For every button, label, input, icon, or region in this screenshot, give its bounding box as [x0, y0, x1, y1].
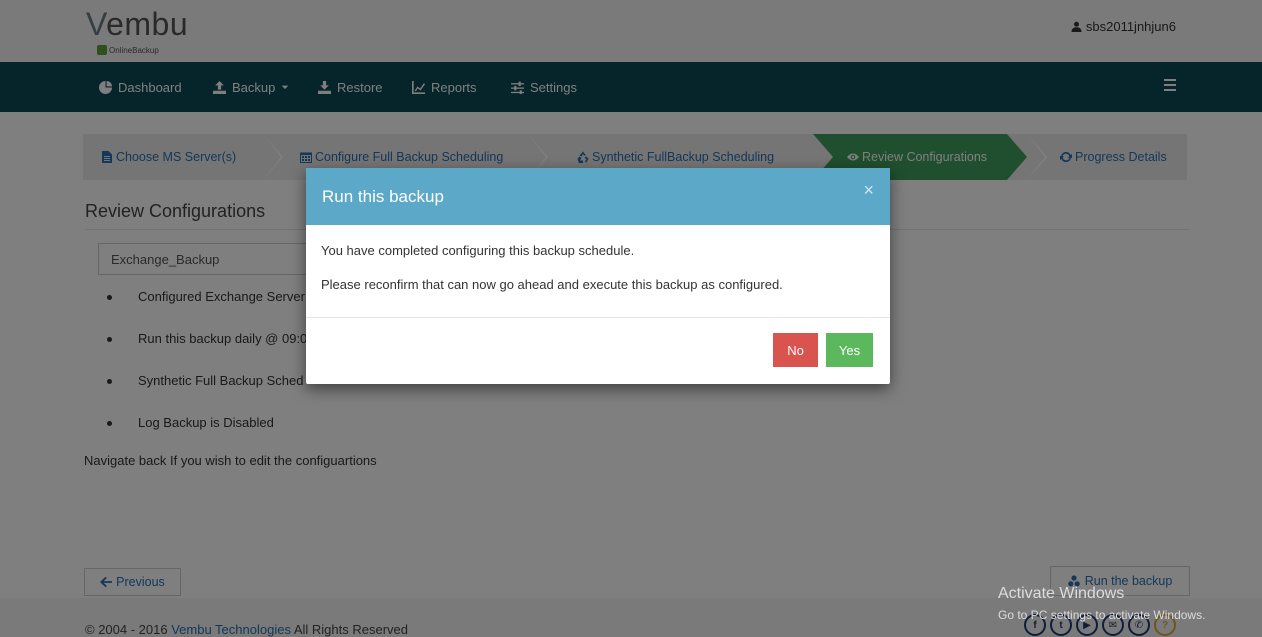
modal-header: Run this backup × [306, 168, 890, 225]
no-button[interactable]: No [773, 333, 818, 367]
modal-title: Run this backup [322, 186, 444, 206]
run-backup-modal: Run this backup × You have completed con… [306, 168, 890, 384]
modal-footer: No Yes [773, 333, 873, 367]
modal-message-line2: Please reconfirm that can now go ahead a… [321, 277, 783, 292]
yes-button[interactable]: Yes [826, 333, 873, 367]
close-icon[interactable]: × [863, 181, 874, 199]
modal-body: You have completed configuring this back… [306, 225, 890, 318]
modal-message-line1: You have completed configuring this back… [321, 243, 635, 258]
